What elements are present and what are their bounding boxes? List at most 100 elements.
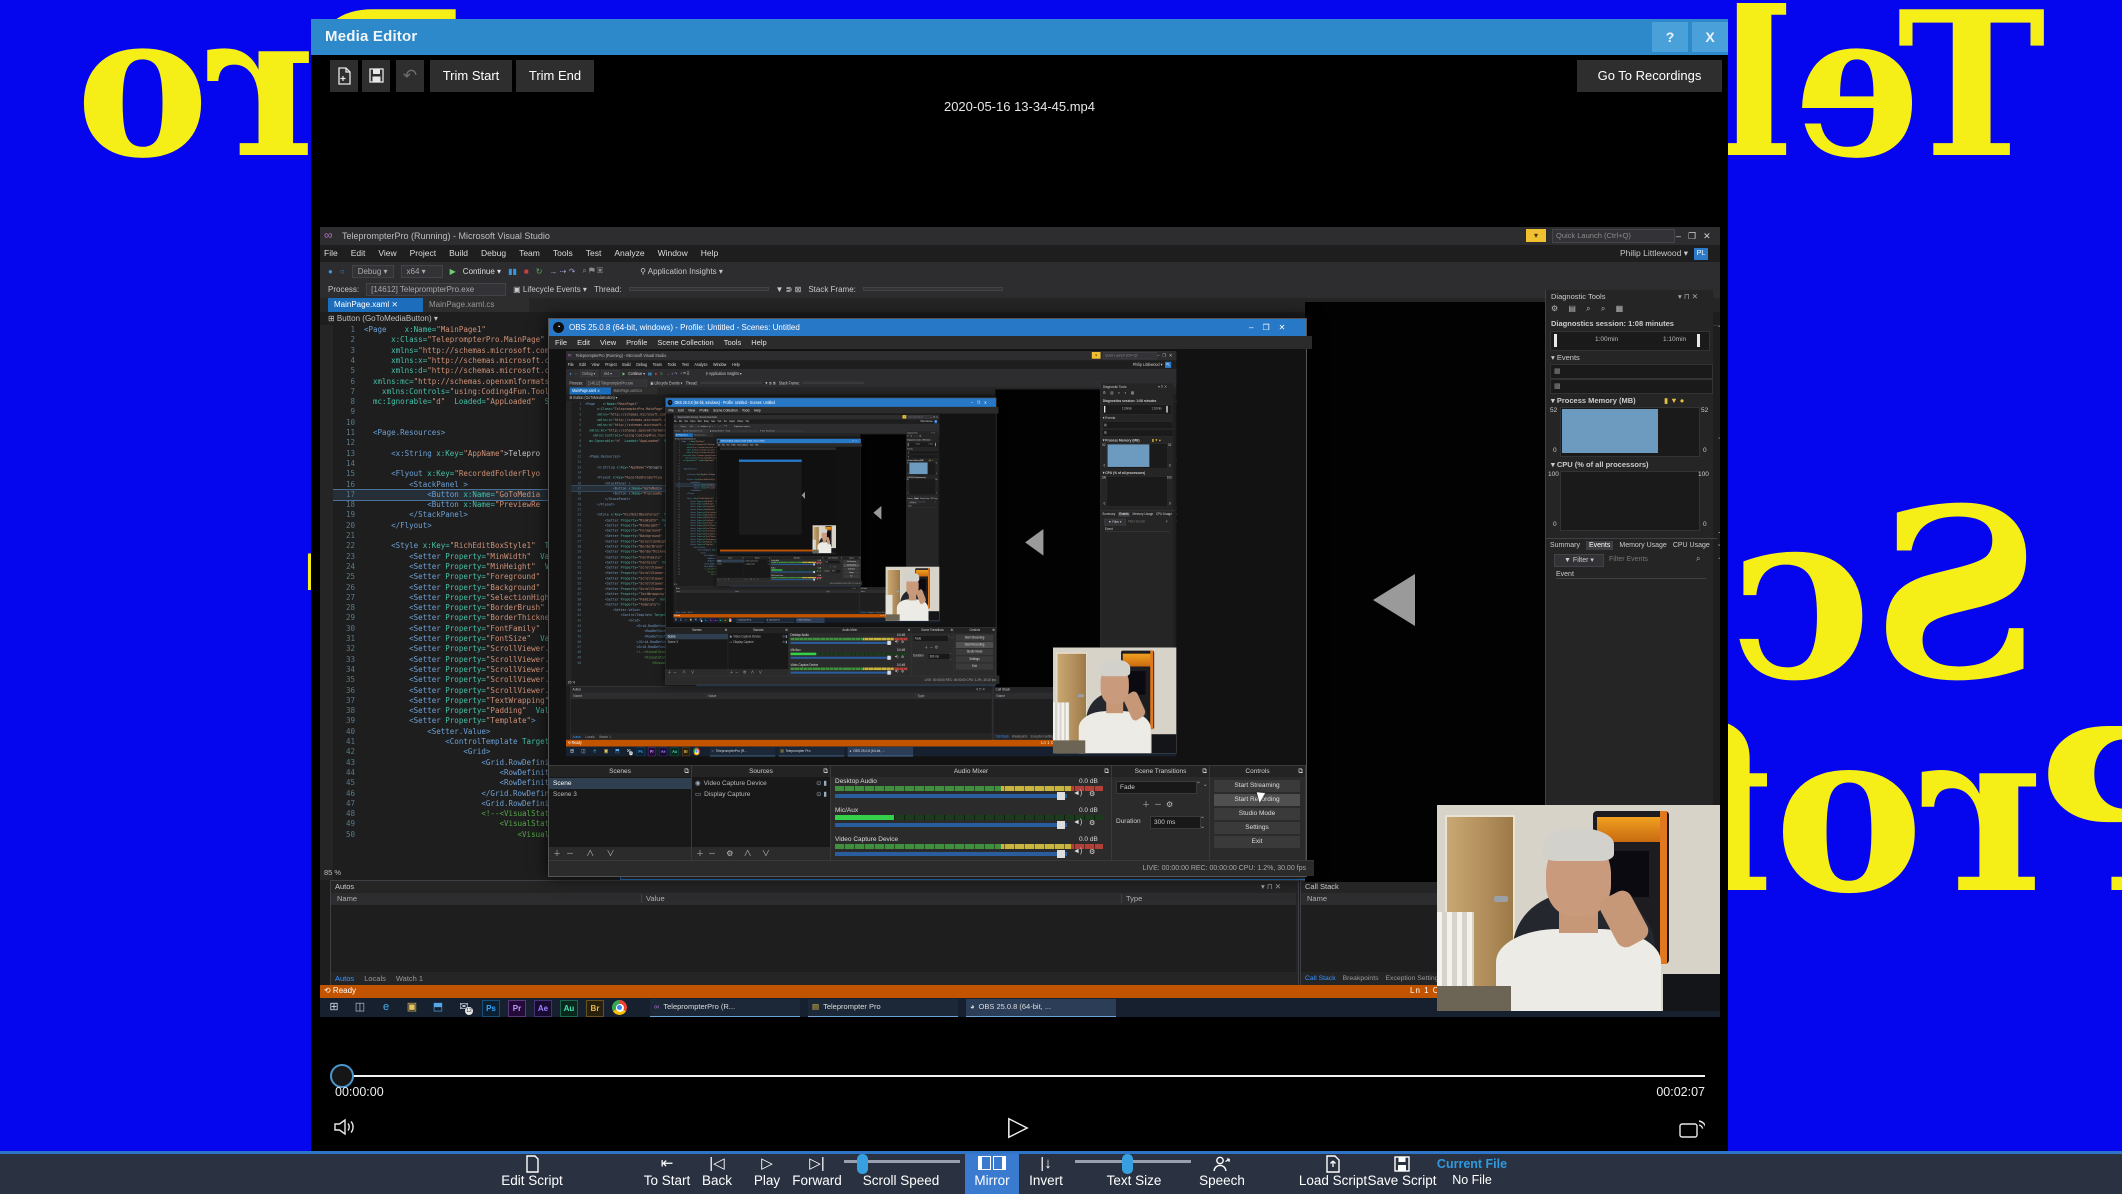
obs-menu-help[interactable]: Help xyxy=(754,408,761,413)
diagnostics-panel-buttons[interactable]: ▾ ⊓ ✕ xyxy=(931,432,935,434)
diag-tab-cpu-usage[interactable]: CPU Usage xyxy=(1156,513,1172,517)
platform-select[interactable]: x64 ▾ xyxy=(400,264,443,278)
sources-toolbar[interactable]: ＋－ ⚙ ∧ ∨ xyxy=(730,670,764,676)
transition-toolbar[interactable]: ＋－⚙ xyxy=(830,565,837,568)
gear-icon[interactable]: ⚙ xyxy=(1089,819,1095,827)
volume-slider-handle[interactable] xyxy=(887,670,891,675)
debug-config-select[interactable]: Debug ▾ xyxy=(351,264,394,278)
transition-toolbar[interactable]: ＋－⚙ xyxy=(924,644,939,650)
menu-view[interactable]: View xyxy=(684,420,687,423)
taskbar-button-obs-25-0-8-64-bit-[interactable]: ◕OBS 25.0.8 (64-bit, ... xyxy=(796,617,825,623)
account-name[interactable]: Philip Littlewood ▾ xyxy=(1133,362,1163,368)
transition-select[interactable]: Fade xyxy=(913,635,949,642)
menu-tools[interactable]: Tools xyxy=(718,420,722,423)
diag-tab-summary[interactable]: Summary xyxy=(907,498,913,500)
dock-popout-icon[interactable]: ⧉ xyxy=(1202,766,1207,777)
autos-panel-buttons[interactable]: ▾ ⊓ ✕ xyxy=(976,687,985,692)
menu-view[interactable]: View xyxy=(591,362,599,367)
menu-build[interactable]: Build xyxy=(449,248,468,258)
volume-slider-handle[interactable] xyxy=(1057,850,1065,858)
autos-tab-watch-1[interactable]: Watch 1 xyxy=(688,611,693,613)
menu-analyze[interactable]: Analyze xyxy=(729,420,735,423)
autos-tab-locals[interactable]: Locals xyxy=(585,734,594,739)
store-icon[interactable]: ⬒ xyxy=(430,1000,446,1015)
side-tab-team-explorer[interactable]: Team Explorer xyxy=(1173,445,1177,468)
side-tab-live-property-explorer[interactable]: Live Property Explorer xyxy=(1713,506,1720,575)
obs-menu-tools[interactable]: Tools xyxy=(742,408,750,413)
speaker-icon[interactable]: ◄) xyxy=(1073,819,1082,826)
dock-popout-icon[interactable]: ⧉ xyxy=(684,766,689,777)
quick-launch-input[interactable]: Quick Launch (Ctrl+Q) xyxy=(1552,229,1675,243)
diag-tab-events[interactable]: Events xyxy=(913,497,920,500)
menu-file[interactable]: File xyxy=(674,420,677,423)
gear-icon[interactable]: ⚙ xyxy=(819,570,820,573)
side-tab-team-explorer[interactable]: Team Explorer xyxy=(938,463,940,475)
obs-menu-file[interactable]: File xyxy=(555,338,567,347)
obs-window-buttons[interactable]: –❐✕ xyxy=(1249,319,1294,336)
source-item-display-capture[interactable]: ▭Display Capture ⊙ ▮ xyxy=(744,563,770,566)
volume-slider-handle[interactable] xyxy=(813,563,815,566)
vs-window-buttons[interactable]: –❐✕ xyxy=(931,416,939,419)
diagnostics-icon-row[interactable]: ⚙ ▤ ⌕ ⌕ ▦ xyxy=(1103,391,1136,396)
editor-zoom-level[interactable]: 85 % xyxy=(568,680,575,685)
menu-project[interactable]: Project xyxy=(605,362,617,367)
side-tab-solution-explorer[interactable]: Solution Explorer xyxy=(938,431,940,445)
scenes-toolbar[interactable]: ＋－ ∧ ∨ xyxy=(553,848,619,859)
menu-window[interactable]: Window xyxy=(658,248,688,258)
transition-toolbar[interactable]: ＋－⚙ xyxy=(1142,799,1177,810)
menu-window[interactable]: Window xyxy=(737,420,743,423)
mail-icon[interactable]: ✉12 xyxy=(456,1000,473,1015)
diagnostics-icon-row[interactable]: ⚙ ▤ ⌕ ⌕ ▦ xyxy=(907,435,921,438)
diagnostics-panel-buttons[interactable]: ▾ ⊓ ✕ xyxy=(1158,384,1167,389)
diag-tab-memory-usage[interactable]: Memory Usage xyxy=(1133,513,1154,517)
taskbar-button-teleprompter-pro[interactable]: ▤Teleprompter Pro xyxy=(766,617,795,623)
obs-button-start-streaming[interactable]: Start Streaming xyxy=(1214,780,1300,792)
volume-slider-track[interactable] xyxy=(771,571,816,573)
side-tab-solution-explorer[interactable]: Solution Explorer xyxy=(1173,383,1177,410)
dock-popout-icon[interactable]: ⧉ xyxy=(908,628,910,634)
obs-button-settings[interactable]: Settings xyxy=(843,571,860,575)
diag-tab-memory-usage[interactable]: Memory Usage xyxy=(1619,542,1666,549)
quick-launch-input[interactable]: Quick Launch (Ctrl+Q) xyxy=(907,415,931,419)
dock-popout-icon[interactable]: ⧉ xyxy=(1298,766,1303,777)
text-size-slider-track[interactable] xyxy=(1075,1160,1191,1163)
volume-slider-track[interactable] xyxy=(771,563,816,565)
autos-tab-watch-1[interactable]: Watch 1 xyxy=(599,734,611,739)
scene-item-scene-3[interactable]: Scene 3 xyxy=(717,563,745,566)
dock-popout-icon[interactable]: ⧉ xyxy=(993,628,995,634)
after-effects-icon[interactable]: Ae xyxy=(534,1000,552,1017)
start-button[interactable]: ⊞ xyxy=(569,748,576,756)
obs-button-exit[interactable]: Exit xyxy=(843,574,860,579)
menu-test[interactable]: Test xyxy=(724,420,727,423)
taskbar-button-teleprompterpro-r-[interactable]: ∞TeleprompterPro (R... xyxy=(709,747,776,757)
menu-build[interactable]: Build xyxy=(698,420,702,423)
premiere-icon[interactable]: Pr xyxy=(647,747,656,757)
duration-value[interactable]: 300 ms xyxy=(927,653,951,660)
obs-titlebar[interactable]: ◔ OBS 25.0.8 (64-bit, windows) - Profile:… xyxy=(665,398,996,407)
feedback-flag-icon[interactable]: ▾ xyxy=(1526,229,1546,242)
cs-tab-call-stack[interactable]: Call Stack xyxy=(861,611,867,613)
obs-menu-profile[interactable]: Profile xyxy=(699,408,708,413)
popout-player-button[interactable] xyxy=(1679,1119,1705,1139)
diag-tab-cpu-usage[interactable]: CPU Usage xyxy=(1673,542,1710,549)
autos-tab-autos[interactable]: Autos xyxy=(573,734,581,739)
chrome-icon[interactable] xyxy=(728,618,732,622)
bridge-icon[interactable]: Br xyxy=(586,1000,604,1017)
volume-slider-track[interactable] xyxy=(790,671,892,674)
menu-window[interactable]: Window xyxy=(713,362,726,367)
obs-button-studio-mode[interactable]: Studio Mode xyxy=(843,567,860,571)
volume-slider-handle[interactable] xyxy=(887,655,891,660)
vs-window-buttons[interactable]: –❐✕ xyxy=(1157,353,1175,359)
editor-zoom-level[interactable]: 85 % xyxy=(324,868,341,877)
gear-icon[interactable]: ⚙ xyxy=(901,655,904,659)
menu-debug[interactable]: Debug xyxy=(636,362,647,367)
menu-debug[interactable]: Debug xyxy=(481,248,506,258)
help-button[interactable]: ? xyxy=(1652,22,1688,52)
file-explorer-icon[interactable]: ▣ xyxy=(603,748,610,756)
volume-button[interactable] xyxy=(333,1117,357,1137)
volume-slider-track[interactable] xyxy=(790,656,892,659)
store-icon[interactable]: ⬒ xyxy=(614,748,621,756)
transition-select[interactable]: Fade xyxy=(1116,781,1197,794)
duration-value[interactable]: 300 ms xyxy=(831,569,841,574)
debug-config-select[interactable]: Debug ▾ xyxy=(579,370,599,377)
